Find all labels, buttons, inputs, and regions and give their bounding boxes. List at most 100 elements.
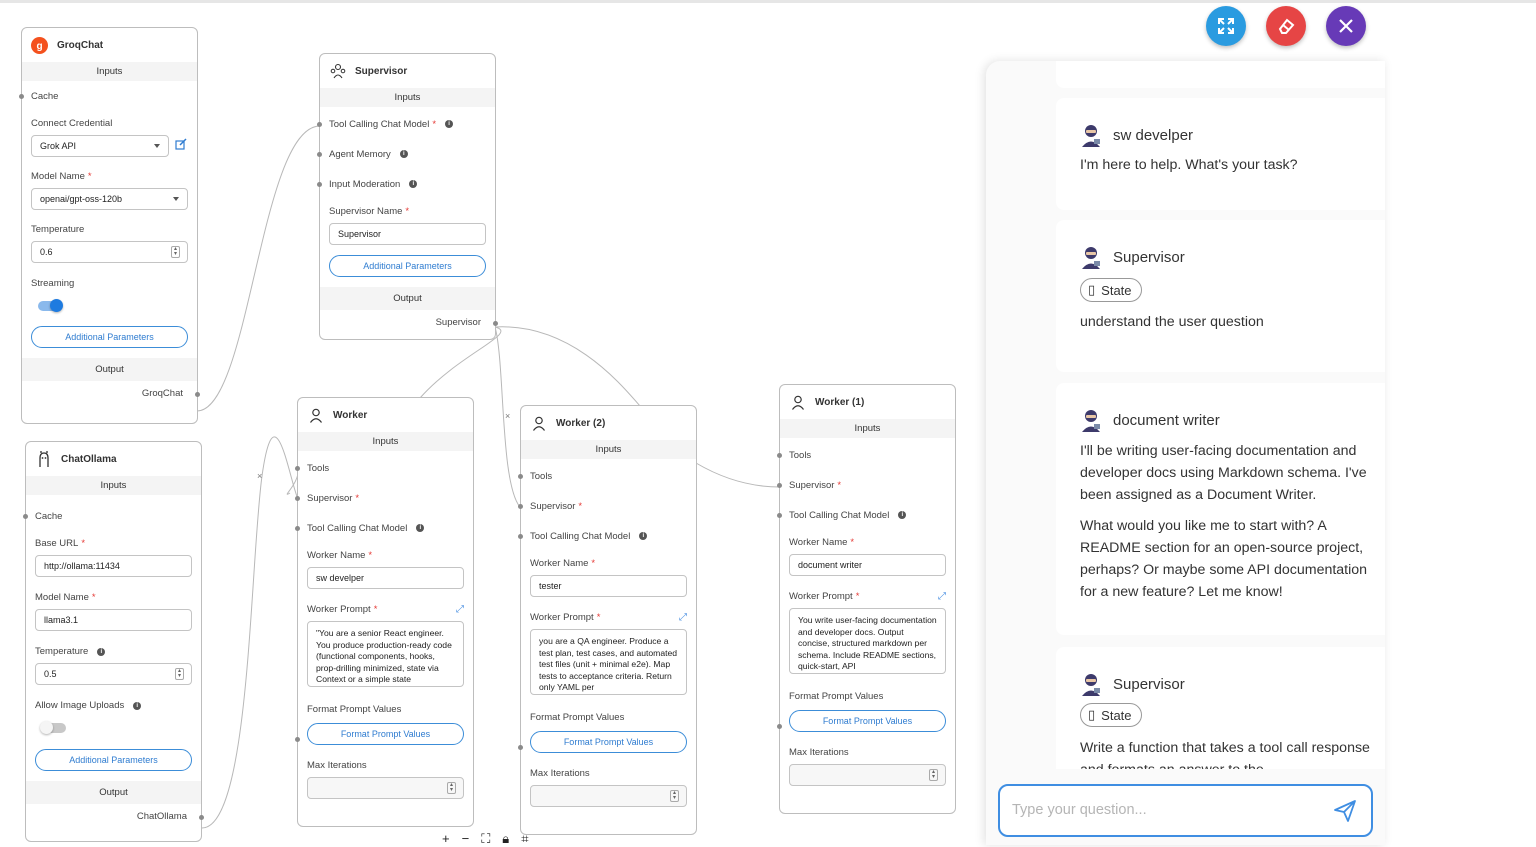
edge-sup-worker2	[494, 326, 521, 508]
memory-port[interactable]: Agent Memory i	[317, 139, 495, 169]
expand-icon[interactable]: ⤢	[679, 611, 687, 625]
worker-node[interactable]: Worker (2) Inputs Tools Supervisor * Tool…	[518, 405, 697, 835]
stepper-icon[interactable]: ▴ ▾	[171, 246, 180, 258]
temperature-label: Temperature	[31, 224, 85, 235]
worker-node[interactable]: Worker Inputs Tools Supervisor * Tool Cal…	[295, 397, 474, 827]
node-title: Worker	[333, 409, 368, 421]
stepper-icon[interactable]: ▴ ▾	[929, 769, 938, 781]
stepper-icon[interactable]: ▴ ▾	[447, 782, 456, 794]
temperature-input[interactable]: 0.6 ▴ ▾	[31, 241, 188, 263]
baseurl-input[interactable]: http://ollama:11434	[35, 555, 192, 577]
model-select[interactable]: openai/gpt-oss-120b	[31, 188, 188, 210]
send-button[interactable]	[1333, 799, 1357, 828]
lock-icon[interactable]: 🔒︎	[502, 831, 509, 847]
zoom-in-icon[interactable]: +	[442, 831, 450, 847]
groqchat-output-port[interactable]: GroqChat	[22, 381, 200, 407]
additional-parameters-button[interactable]: Additional Parameters	[31, 326, 188, 348]
streaming-label: Streaming	[31, 278, 75, 289]
chat-message: Supervisor ▯ State understand the user qu…	[1056, 220, 1385, 372]
clear-chat-button[interactable]	[1266, 6, 1306, 46]
tools-port[interactable]: Tools	[777, 440, 955, 470]
stepper-icon[interactable]: ▴ ▾	[175, 668, 184, 680]
temperature-input[interactable]: 0.5 ▴ ▾	[35, 663, 192, 685]
worker-prompt-label: Worker Prompt	[530, 612, 594, 623]
worker-prompt-input[interactable]: You write user-facing documentation and …	[789, 608, 946, 674]
format-port[interactable]	[518, 745, 523, 750]
snap-grid-icon[interactable]: ⌗	[521, 831, 528, 847]
tool-model-port[interactable]: Tool Calling Chat Model i	[518, 521, 696, 551]
clipboard-icon: ▯	[1088, 282, 1096, 297]
worker-name-input[interactable]: sw develper	[307, 567, 464, 589]
ollama-logo-icon	[35, 450, 52, 468]
expand-icon[interactable]: ⤢	[938, 590, 946, 604]
worker-prompt-input[interactable]: "You are a senior React engineer. You pr…	[307, 621, 464, 687]
max-iterations-input[interactable]: ▴ ▾	[789, 764, 946, 786]
flow-canvas[interactable]: × × g GroqChat Inputs Cache Connect Cred…	[0, 0, 1536, 846]
supervisor-name-input[interactable]: Supervisor	[329, 223, 486, 245]
expand-icon[interactable]: ⤢	[456, 603, 464, 617]
tool-model-port[interactable]: Tool Calling Chat Model i	[295, 513, 473, 543]
state-chip[interactable]: ▯ State	[1080, 703, 1142, 727]
state-chip[interactable]: ▯ State	[1080, 278, 1142, 302]
moderation-port[interactable]: Input Moderation i	[317, 169, 495, 199]
format-port[interactable]	[295, 737, 300, 742]
worker-name-input[interactable]: document writer	[789, 554, 946, 576]
edit-icon[interactable]	[175, 137, 187, 153]
chevron-down-icon	[173, 197, 179, 201]
message-sender: sw develper	[1113, 126, 1194, 144]
edge-to-worker1	[695, 462, 781, 488]
tool-model-port[interactable]: Tool Calling Chat Model * i	[317, 109, 495, 139]
cache-port[interactable]: Cache	[19, 81, 197, 111]
team-icon	[329, 63, 346, 80]
format-prompt-values-button[interactable]: Format Prompt Values	[530, 731, 687, 753]
uploads-toggle[interactable]	[40, 721, 66, 734]
tools-port[interactable]: Tools	[518, 461, 696, 491]
chatollama-node[interactable]: ChatOllama Inputs Cache Base URL * http:/…	[23, 441, 204, 842]
chat-input-box[interactable]	[998, 784, 1373, 837]
format-prompt-values-button[interactable]: Format Prompt Values	[307, 723, 464, 745]
model-input[interactable]: llama3.1	[35, 609, 192, 631]
chat-message: Supervisor ▯ State Write a function that …	[1056, 647, 1385, 787]
supervisor-output-port[interactable]: Supervisor	[320, 310, 498, 336]
tools-port[interactable]: Tools	[295, 453, 473, 483]
chat-input[interactable]	[1012, 799, 1312, 821]
model-label: Model Name	[31, 171, 85, 182]
expand-chat-button[interactable]	[1206, 6, 1246, 46]
stepper-icon[interactable]: ▴ ▾	[670, 790, 679, 802]
tool-model-port[interactable]: Tool Calling Chat Model i	[777, 500, 955, 530]
credential-select[interactable]: Grok API	[31, 135, 169, 157]
chatollama-output-port[interactable]: ChatOllama	[26, 804, 204, 830]
format-port[interactable]	[777, 724, 782, 729]
max-iterations-input[interactable]: ▴ ▾	[530, 785, 687, 807]
supervisor-port[interactable]: Supervisor *	[295, 483, 473, 513]
message-text: I'll be writing user-facing documentatio…	[1080, 443, 1367, 504]
chat-message: document writer I'll be writing user-fac…	[1056, 383, 1385, 635]
max-iterations-label: Max Iterations	[789, 747, 849, 758]
additional-parameters-button[interactable]: Additional Parameters	[329, 255, 486, 277]
supervisor-node[interactable]: Supervisor Inputs Tool Calling Chat Mode…	[317, 53, 498, 340]
baseurl-label: Base URL	[35, 538, 79, 549]
info-icon: i	[97, 648, 106, 656]
node-title: Worker (1)	[815, 396, 865, 408]
worker-name-input[interactable]: tester	[530, 575, 687, 597]
close-chat-button[interactable]	[1326, 6, 1366, 46]
supervisor-port[interactable]: Supervisor *	[777, 470, 955, 500]
streaming-toggle[interactable]	[38, 299, 63, 312]
message-sender: Supervisor	[1113, 675, 1185, 693]
additional-parameters-button[interactable]: Additional Parameters	[35, 749, 192, 771]
format-prompt-values-button[interactable]: Format Prompt Values	[789, 710, 946, 732]
svg-text:×: ×	[257, 471, 262, 481]
max-iterations-input[interactable]: ▴ ▾	[307, 777, 464, 799]
supervisor-port[interactable]: Supervisor *	[518, 491, 696, 521]
person-icon	[789, 394, 806, 411]
zoom-out-icon[interactable]: −	[462, 831, 470, 847]
groqchat-node[interactable]: g GroqChat Inputs Cache Connect Credenti…	[19, 27, 200, 424]
expand-arrows-icon	[1218, 18, 1234, 34]
cache-port[interactable]: Cache	[23, 501, 201, 531]
fit-view-icon[interactable]: ⛶	[481, 831, 490, 847]
worker-prompt-input[interactable]: you are a QA engineer. Produce a test pl…	[530, 629, 687, 695]
inputs-header: Inputs	[780, 419, 955, 438]
max-iterations-label: Max Iterations	[307, 760, 367, 771]
worker-node[interactable]: Worker (1) Inputs Tools Supervisor * Tool…	[777, 384, 956, 814]
supervisor-name-label: Supervisor Name	[329, 206, 403, 217]
